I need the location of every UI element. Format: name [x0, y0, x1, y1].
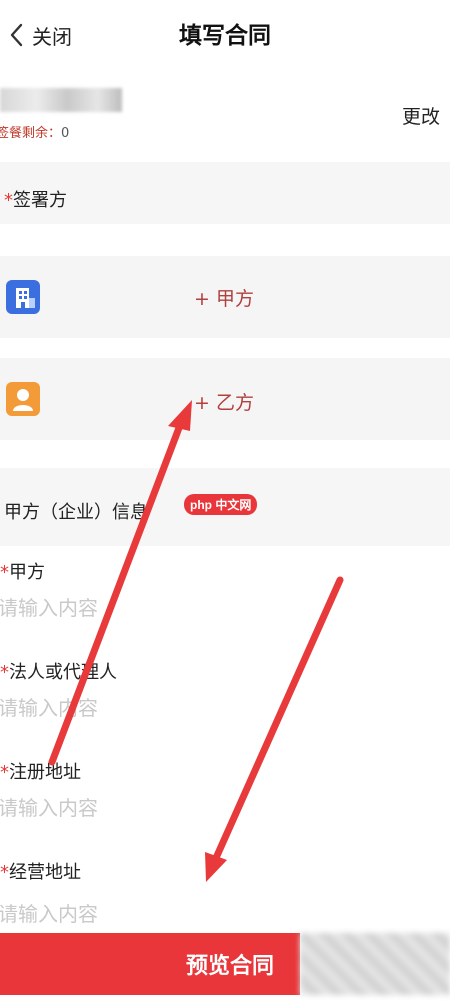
arrow-up-line	[48, 416, 186, 766]
arrow-down-line	[212, 576, 344, 862]
arrow-up-head	[168, 400, 192, 431]
annotation-arrows	[48, 400, 344, 882]
arrow-down-head	[205, 852, 227, 882]
